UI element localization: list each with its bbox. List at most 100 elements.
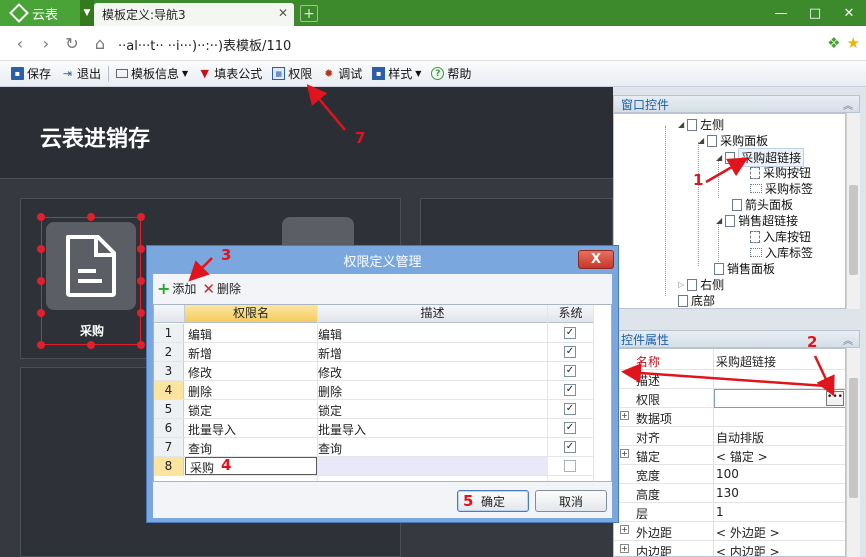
- tab-template-definition[interactable]: 模板定义:导航3 ✕: [94, 3, 294, 26]
- control-props-header[interactable]: 控件属性 ︽: [613, 330, 860, 348]
- home-icon[interactable]: ⌂: [90, 33, 110, 53]
- tree-item[interactable]: ◢ 采购面板: [698, 132, 768, 149]
- expand-triangle-icon[interactable]: ◢: [678, 120, 684, 129]
- table-row[interactable]: 6 批量导入 批量导入 ✓: [154, 419, 594, 438]
- tree-item[interactable]: 入库标签: [750, 244, 813, 261]
- tree-item[interactable]: 销售面板: [714, 260, 775, 277]
- tree-scrollbar-thumb[interactable]: [849, 185, 858, 275]
- table-row[interactable]: 1 编辑 编辑 ✓: [154, 324, 594, 343]
- expand-plus-icon[interactable]: +: [620, 449, 629, 458]
- column-header-name[interactable]: 权限名: [185, 305, 318, 323]
- tree-item[interactable]: ◢ 销售超链接: [716, 212, 798, 229]
- tree-item[interactable]: 入库按钮: [750, 228, 811, 245]
- permission-value-input[interactable]: •••: [714, 389, 845, 408]
- expand-triangle-icon[interactable]: ▷: [678, 280, 684, 289]
- property-grid[interactable]: 名称 采购超链接 描述 权限 ••• + 数据项 对齐 自动排版 + 锚定 < …: [613, 348, 846, 557]
- url-input[interactable]: ··al···t·· ··i···)··:··)表模板/110: [118, 35, 291, 54]
- template-info-button[interactable]: 模板信息 ▼: [111, 63, 193, 85]
- browser-brand[interactable]: 云表: [0, 0, 80, 26]
- table-row[interactable]: 4 删除 删除 ✓: [154, 381, 594, 400]
- resize-handle[interactable]: [37, 341, 45, 349]
- permission-button[interactable]: ▦ 权限: [267, 63, 317, 85]
- permission-desc-cell[interactable]: [318, 457, 548, 475]
- system-checkbox[interactable]: ✓: [564, 441, 576, 453]
- property-row[interactable]: + 内边距 < 内边距 >: [614, 541, 845, 556]
- expand-plus-icon[interactable]: +: [620, 544, 629, 553]
- resize-handle[interactable]: [37, 213, 45, 221]
- fill-formula-button[interactable]: ▼ 填表公式: [193, 63, 267, 85]
- save-button[interactable]: ▪ 保存: [6, 63, 56, 85]
- tab-close-icon[interactable]: ✕: [278, 6, 288, 20]
- property-row[interactable]: 宽度 100: [614, 465, 845, 484]
- add-permission-button[interactable]: + 添加: [157, 280, 196, 297]
- help-button[interactable]: ? 帮助: [426, 63, 476, 85]
- resize-handle[interactable]: [37, 309, 45, 317]
- dialog-close-button[interactable]: X: [578, 250, 614, 269]
- resize-handle[interactable]: [137, 245, 145, 253]
- props-scrollbar-thumb[interactable]: [849, 378, 858, 498]
- refresh-icon[interactable]: ↻: [62, 33, 82, 53]
- expand-plus-icon[interactable]: +: [620, 411, 629, 420]
- debug-button[interactable]: ✹ 调试: [317, 63, 367, 85]
- minimize-icon[interactable]: —: [764, 0, 798, 26]
- props-scrollbar[interactable]: [846, 348, 860, 557]
- tree-item[interactable]: 采购按钮: [750, 164, 811, 181]
- extension-icon[interactable]: ❖: [827, 34, 840, 52]
- resize-handle[interactable]: [137, 213, 145, 221]
- tree-item[interactable]: ▷ 右侧: [678, 276, 724, 293]
- property-row[interactable]: 描述: [614, 370, 845, 389]
- system-checkbox[interactable]: ✓: [564, 422, 576, 434]
- resize-handle[interactable]: [137, 309, 145, 317]
- table-row[interactable]: 2 新增 新增 ✓: [154, 343, 594, 362]
- new-tab-plus-icon[interactable]: +: [300, 5, 318, 22]
- delete-permission-button[interactable]: ✕ 删除: [202, 280, 241, 297]
- table-row[interactable]: 3 修改 修改 ✓: [154, 362, 594, 381]
- column-header-system[interactable]: 系统: [548, 305, 594, 323]
- expand-triangle-icon[interactable]: ◢: [698, 136, 704, 145]
- cancel-button[interactable]: 取消: [535, 490, 607, 512]
- collapse-chevron-icon[interactable]: ︽: [843, 97, 853, 112]
- resize-handle[interactable]: [87, 341, 95, 349]
- property-row[interactable]: 名称 采购超链接: [614, 351, 845, 370]
- table-row-editing[interactable]: 8 采购: [154, 457, 594, 476]
- resize-handle[interactable]: [137, 277, 145, 285]
- tree-item[interactable]: 底部: [678, 292, 715, 309]
- system-checkbox[interactable]: ✓: [564, 384, 576, 396]
- property-row[interactable]: + 外边距 < 外边距 >: [614, 522, 845, 541]
- property-row[interactable]: + 锚定 < 锚定 >: [614, 446, 845, 465]
- ellipsis-button[interactable]: •••: [826, 391, 844, 406]
- tree-item[interactable]: 箭头面板: [732, 196, 793, 213]
- collapse-chevron-icon[interactable]: ︽: [843, 332, 853, 347]
- maximize-icon[interactable]: □: [798, 0, 832, 26]
- system-checkbox[interactable]: ✓: [564, 365, 576, 377]
- resize-handle[interactable]: [137, 341, 145, 349]
- expand-triangle-icon[interactable]: ◢: [716, 153, 722, 162]
- tree-item[interactable]: 采购标签: [750, 180, 813, 197]
- property-row[interactable]: + 数据项: [614, 408, 845, 427]
- resize-handle[interactable]: [87, 213, 95, 221]
- property-row-permission[interactable]: 权限 •••: [614, 389, 845, 408]
- property-row[interactable]: 高度 130: [614, 484, 845, 503]
- exit-button[interactable]: ⇥ 退出: [56, 63, 106, 85]
- purchase-link-tile[interactable]: 采购: [37, 213, 145, 349]
- system-checkbox[interactable]: ✓: [564, 346, 576, 358]
- forward-icon[interactable]: ›: [36, 33, 56, 53]
- favorite-star-icon[interactable]: ★: [847, 34, 860, 52]
- system-checkbox-unchecked[interactable]: [564, 460, 576, 472]
- table-row[interactable]: 5 锁定 锁定 ✓: [154, 400, 594, 419]
- window-controls-header[interactable]: 窗口控件 ︽: [613, 95, 860, 113]
- property-row[interactable]: 层 1: [614, 503, 845, 522]
- expand-plus-icon[interactable]: +: [620, 525, 629, 534]
- system-checkbox[interactable]: ✓: [564, 327, 576, 339]
- back-icon[interactable]: ‹: [10, 33, 30, 53]
- close-window-icon[interactable]: ✕: [832, 0, 866, 26]
- resize-handle[interactable]: [37, 245, 45, 253]
- tree-scrollbar[interactable]: [846, 113, 860, 309]
- resize-handle[interactable]: [37, 277, 45, 285]
- control-tree[interactable]: ◢ 左侧 ◢ 采购面板 ◢ 采购超链接 采购按钮 采购标签 箭头面板 ◢ 销售超…: [613, 113, 846, 309]
- system-checkbox[interactable]: ✓: [564, 403, 576, 415]
- tree-item[interactable]: ◢ 左侧: [678, 116, 724, 133]
- style-button[interactable]: ▪ 样式 ▼: [367, 63, 426, 85]
- expand-triangle-icon[interactable]: ◢: [716, 216, 722, 225]
- table-row[interactable]: 7 查询 查询 ✓: [154, 438, 594, 457]
